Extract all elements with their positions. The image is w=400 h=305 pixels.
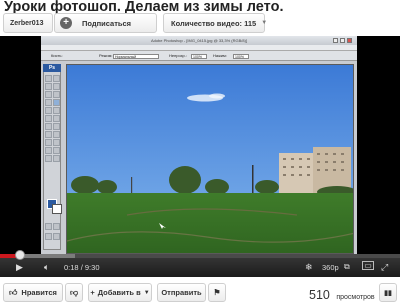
chevron-down-icon: ▼ xyxy=(143,289,150,296)
quality-selector[interactable]: 360p xyxy=(322,263,339,272)
eraser-tool-icon xyxy=(45,115,52,122)
quick-mask-icon xyxy=(45,223,52,230)
slice-tool-icon xyxy=(53,91,60,98)
minimize-icon xyxy=(333,38,338,43)
add-to-button[interactable]: + Добавить в ▼ xyxy=(88,283,152,302)
add-to-label: Добавить в xyxy=(97,288,141,297)
stamp-tool-icon xyxy=(45,107,52,114)
path-select-icon xyxy=(45,131,52,138)
video-count-label: Количество видео: 115 xyxy=(171,18,257,28)
snowflake-icon[interactable]: ❄ xyxy=(305,261,313,273)
plus-icon: + xyxy=(60,17,72,29)
opacity-value: 100% xyxy=(191,53,207,59)
share-label: Отправить xyxy=(161,288,202,297)
thumbs-up-icon: 👍︎ xyxy=(9,287,18,297)
photoshop-options-bar: Кисть: Режим: Нормальный Непрозр.: 100% … xyxy=(41,51,357,61)
close-icon xyxy=(347,38,352,43)
seek-handle[interactable] xyxy=(14,250,25,260)
quick-mask-off-icon xyxy=(53,223,60,230)
notes-tool-icon xyxy=(45,147,52,154)
action-bar: 👍︎ Нравится 👎︎ + Добавить в ▼ Отправить … xyxy=(0,283,400,305)
blur-tool-icon xyxy=(45,123,52,130)
mode-value: Нормальный xyxy=(113,53,159,59)
opacity-label: Непрозр.: xyxy=(169,53,187,58)
pen-tool-icon xyxy=(45,139,52,146)
plus-icon: + xyxy=(90,288,95,297)
magic-wand-icon xyxy=(53,83,60,90)
play-icon[interactable]: ▶ xyxy=(16,261,23,273)
fullscreen-icon[interactable]: ⤢ xyxy=(381,261,388,273)
current-time: 0:18 xyxy=(64,263,79,272)
flag-icon: ⚑ xyxy=(213,288,221,297)
share-button[interactable]: Отправить xyxy=(157,283,206,302)
lasso-tool-icon xyxy=(45,83,52,90)
like-button[interactable]: 👍︎ Нравится xyxy=(3,283,63,302)
buffered-bar xyxy=(20,254,75,258)
flow-value: 100% xyxy=(233,53,249,59)
channel-bar: Zerber013 + Подписаться Количество видео… xyxy=(0,13,400,35)
view-count-label: просмотров xyxy=(336,294,375,301)
volume-icon[interactable]: 🔈︎ xyxy=(44,261,49,273)
duration: 9:30 xyxy=(84,263,100,272)
chevron-down-icon: ▼ xyxy=(261,20,268,26)
channel-username-button[interactable]: Zerber013 xyxy=(3,13,53,33)
screen-mode-icon xyxy=(45,233,52,240)
photoshop-window-title: Adobe Photoshop - [IMG_0415.jpg @ 33,3% … xyxy=(41,36,357,45)
channel-username: Zerber013 xyxy=(10,19,44,27)
jump-to-icon xyxy=(53,233,60,240)
flag-button[interactable]: ⚑ xyxy=(208,283,226,302)
popout-icon[interactable]: ⧉ xyxy=(344,261,350,273)
brush-tool-icon xyxy=(53,99,60,106)
photoshop-logo: Ps xyxy=(43,64,61,72)
landscape-photo xyxy=(67,65,353,253)
maximize-icon xyxy=(340,38,345,43)
gradient-tool-icon xyxy=(53,115,60,122)
video-frame: Adobe Photoshop - [IMG_0415.jpg @ 33,3% … xyxy=(41,36,357,254)
time-separator: / xyxy=(80,263,83,272)
subscribe-label: Подписаться xyxy=(82,18,132,28)
view-count-number: 510 xyxy=(309,288,330,302)
stats-button[interactable]: ▮▮ xyxy=(379,283,397,302)
view-count: 510 просмотров xyxy=(309,286,375,304)
bar-chart-icon: ▮▮ xyxy=(384,289,392,297)
healing-brush-icon xyxy=(45,99,52,106)
subscribe-button[interactable]: + Подписаться xyxy=(54,13,157,33)
flow-label: Нажим: xyxy=(213,53,227,58)
type-tool-icon xyxy=(53,131,60,138)
hand-tool-icon xyxy=(45,155,52,162)
zoom-tool-icon xyxy=(53,155,60,162)
dislike-button[interactable]: 👎︎ xyxy=(65,283,83,302)
dodge-tool-icon xyxy=(53,123,60,130)
crop-tool-icon xyxy=(45,91,52,98)
photoshop-toolbox xyxy=(43,64,62,250)
video-player[interactable]: Adobe Photoshop - [IMG_0415.jpg @ 33,3% … xyxy=(0,36,400,277)
background-color-swatch xyxy=(52,204,62,214)
shape-tool-icon xyxy=(53,139,60,146)
wide-mode-icon[interactable]: ▭ xyxy=(362,261,374,270)
video-count-dropdown[interactable]: Количество видео: 115 ▼ xyxy=(163,13,268,33)
player-controls: ▶ 🔈︎ 0:18 / 9:30 ❄ 360p ⧉ ▭ ⤢ xyxy=(0,250,400,277)
tool-name: Кисть: xyxy=(51,53,63,58)
eyedropper-tool-icon xyxy=(53,147,60,154)
like-label: Нравится xyxy=(21,288,57,297)
progress-bar[interactable] xyxy=(0,254,400,258)
thumbs-down-icon: 👎︎ xyxy=(69,287,79,297)
marquee-tool-icon xyxy=(53,75,60,82)
time-display: 0:18 / 9:30 xyxy=(64,263,100,272)
move-tool-icon xyxy=(45,75,52,82)
canvas-photo xyxy=(66,64,354,254)
mode-label: Режим: xyxy=(99,53,113,58)
history-brush-icon xyxy=(53,107,60,114)
